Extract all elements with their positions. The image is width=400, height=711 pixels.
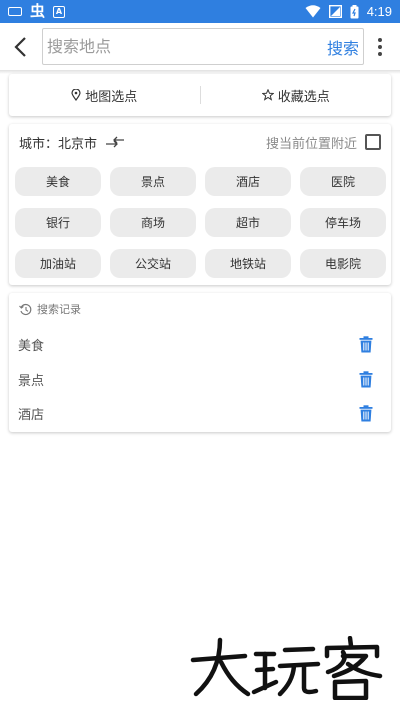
history-item[interactable]: 景点 <box>9 362 391 396</box>
watermark-logo <box>190 636 383 700</box>
delete-icon[interactable] <box>359 404 373 422</box>
status-bar: 虫 A 4:19 <box>0 0 400 23</box>
search-input[interactable] <box>43 37 327 56</box>
search-history-card: 搜索记录 美食 景点 酒店 <box>9 293 391 432</box>
category-chip[interactable]: 银行 <box>15 208 101 237</box>
map-pick-label: 地图选点 <box>85 89 138 105</box>
keyboard-icon <box>8 7 22 16</box>
delete-icon[interactable] <box>359 370 373 388</box>
history-header: 搜索记录 <box>19 301 81 317</box>
favorite-pick-label: 收藏选点 <box>277 89 330 105</box>
nearby-checkbox[interactable] <box>365 134 381 150</box>
category-chip[interactable]: 医院 <box>300 167 386 196</box>
category-chip[interactable]: 公交站 <box>110 249 196 278</box>
category-chip[interactable]: 地铁站 <box>205 249 291 278</box>
city-row: 城市：北京市 搜当前位置附近 <box>9 124 391 160</box>
pick-options-card: 地图选点 收藏选点 <box>9 74 391 116</box>
category-chip[interactable]: 美食 <box>15 167 101 196</box>
star-icon <box>261 89 274 101</box>
history-item[interactable]: 美食 <box>9 327 391 361</box>
map-pick-button[interactable]: 地图选点 <box>9 74 200 116</box>
location-pin-icon <box>71 89 81 101</box>
nearby-option: 搜当前位置附近 <box>266 133 381 152</box>
app-notification-icon: A <box>53 5 66 18</box>
nearby-label: 搜当前位置附近 <box>265 136 357 152</box>
more-vert-icon[interactable] <box>370 35 390 59</box>
category-chip[interactable]: 停车场 <box>300 208 386 237</box>
category-chip[interactable]: 商场 <box>110 208 196 237</box>
history-title: 搜索记录 <box>37 303 81 316</box>
debug-icon: 虫 <box>30 2 46 20</box>
signal-icon <box>328 5 342 18</box>
history-item[interactable]: 酒店 <box>9 396 391 430</box>
category-chip[interactable]: 电影院 <box>300 249 386 278</box>
switch-city-icon[interactable] <box>105 135 125 149</box>
back-arrow-icon <box>14 37 26 57</box>
wifi-icon <box>305 5 321 18</box>
category-chip[interactable]: 加油站 <box>15 249 101 278</box>
back-button[interactable] <box>0 23 40 71</box>
search-toolbar: 搜索 <box>0 23 400 71</box>
history-item-text[interactable]: 酒店 <box>18 404 44 423</box>
clock: 4:19 <box>366 4 392 19</box>
history-icon <box>19 303 32 315</box>
delete-icon[interactable] <box>359 335 373 353</box>
category-chip[interactable]: 超市 <box>205 208 291 237</box>
search-box: 搜索 <box>42 28 364 65</box>
category-chip[interactable]: 酒店 <box>205 167 291 196</box>
battery-icon <box>350 4 359 18</box>
category-chip[interactable]: 景点 <box>110 167 196 196</box>
search-button[interactable]: 搜索 <box>327 35 363 59</box>
category-grid: 美食 景点 酒店 医院 银行 商场 超市 停车场 加油站 公交站 地铁站 电影院 <box>15 167 386 278</box>
city-category-card: 城市：北京市 搜当前位置附近 美食 景点 酒店 医院 银行 商场 超市 停车场 … <box>9 124 391 285</box>
favorite-pick-button[interactable]: 收藏选点 <box>201 74 392 116</box>
history-item-text[interactable]: 景点 <box>18 370 44 389</box>
history-item-text[interactable]: 美食 <box>18 335 44 354</box>
city-label: 城市：北京市 <box>19 136 98 152</box>
